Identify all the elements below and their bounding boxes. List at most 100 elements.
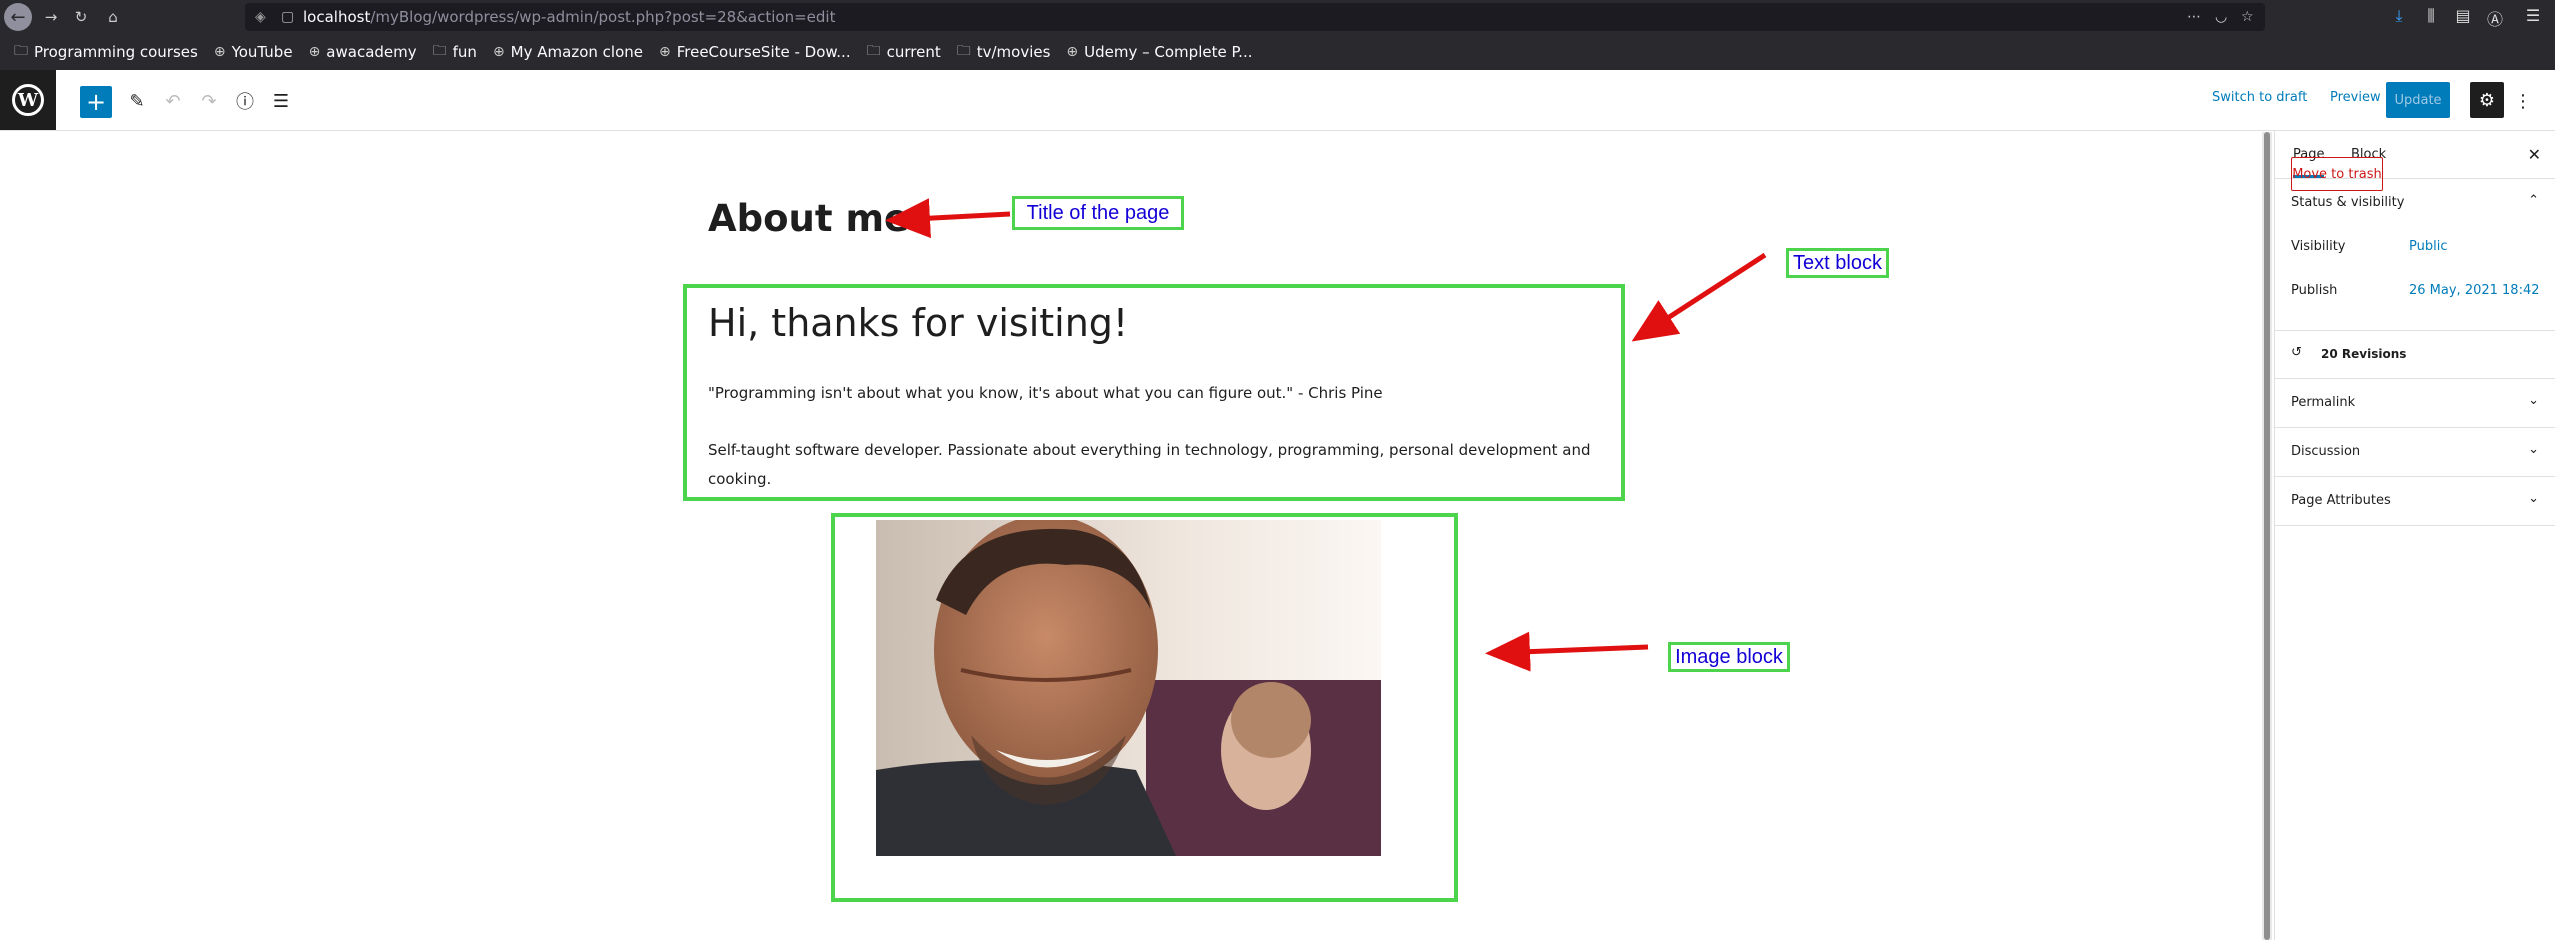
wordpress-icon: W (12, 84, 44, 116)
plus-icon: + (85, 88, 107, 116)
bio-paragraph-line-2[interactable]: cooking. (708, 465, 771, 494)
quote-paragraph[interactable]: "Programming isn't about what you know, … (708, 379, 1383, 408)
publish-label: Publish (2291, 283, 2338, 298)
url-host: localhost (303, 8, 371, 26)
more-options-button[interactable]: ⋮ (2512, 86, 2534, 116)
update-button[interactable]: Update (2386, 82, 2450, 118)
details-button[interactable]: ⓘ (230, 86, 260, 116)
settings-sidebar: Page Block ✕ Status & visibility ⌃ Visib… (2274, 131, 2555, 940)
folder-icon: 🗀 (14, 43, 28, 59)
reload-button[interactable]: ↻ (70, 6, 92, 28)
more-actions-icon[interactable]: ⋯ (2187, 3, 2201, 31)
bookmark-tv-movies[interactable]: 🗀 tv/movies (957, 40, 1051, 64)
globe-icon: ⊕ (658, 44, 671, 60)
address-bar[interactable]: ◈ ▢ localhost/myBlog/wordpress/wp-admin/… (245, 3, 2265, 31)
url-path: /myBlog/wordpress/wp-admin/post.php?post… (370, 8, 836, 26)
menu-icon[interactable]: ☰ (2522, 6, 2544, 25)
library-icon[interactable]: ⫼ (2420, 6, 2442, 26)
chevron-down-icon[interactable]: ⌄ (2528, 393, 2539, 408)
revisions-panel[interactable]: ↺ 20 Revisions (2275, 331, 2555, 379)
folder-icon: 🗀 (432, 43, 447, 59)
info-icon: ⓘ (236, 92, 254, 113)
pocket-icon[interactable]: ◡ (2215, 3, 2227, 31)
bookmark-label: Udemy – Complete P... (1084, 43, 1253, 61)
redo-button[interactable]: ↷ (194, 86, 224, 116)
history-icon: ↺ (2291, 345, 2302, 360)
switch-to-draft-button[interactable]: Switch to draft (2212, 90, 2307, 105)
bookmark-label: My Amazon clone (510, 43, 643, 61)
bookmarks-bar: 🗀 Programming courses ⊕ YouTube ⊕ awacademy… (0, 38, 2555, 66)
status-visibility-panel: Status & visibility ⌃ Visibility Public … (2275, 179, 2555, 331)
list-view-button[interactable]: ☰ (266, 86, 296, 116)
discussion-panel[interactable]: Discussion ⌄ (2275, 428, 2555, 477)
bookmark-my-amazon-clone[interactable]: ⊕ My Amazon clone (493, 43, 643, 61)
profile-photo-image (876, 520, 1381, 856)
back-button[interactable]: ← (4, 3, 32, 31)
editor-scrollbar[interactable] (2262, 132, 2272, 940)
bookmark-freecoursesite[interactable]: ⊕ FreeCourseSite - Dow... (659, 43, 851, 61)
globe-icon: ⊕ (308, 44, 321, 60)
bookmark-awacademy[interactable]: ⊕ awacademy (309, 43, 417, 61)
heading-block[interactable]: Hi, thanks for visiting! (708, 301, 1128, 345)
undo-button[interactable]: ↶ (158, 86, 188, 116)
bookmark-label: FreeCourseSite - Dow... (676, 43, 851, 61)
globe-icon: ⊕ (492, 44, 505, 60)
globe-icon: ⊕ (1066, 44, 1079, 60)
bookmark-label: current (886, 43, 941, 61)
move-to-trash-button[interactable]: Move to trash (2291, 157, 2383, 191)
arrow-right-icon: → (44, 8, 58, 26)
home-button[interactable]: ⌂ (102, 6, 124, 28)
redo-icon: ↷ (201, 90, 217, 112)
sidebar-toggle-icon[interactable]: ▤ (2452, 6, 2474, 25)
url-text: localhost/myBlog/wordpress/wp-admin/post… (303, 3, 835, 31)
account-icon[interactable]: Ⓐ (2484, 6, 2506, 30)
forward-button[interactable]: → (40, 6, 62, 28)
globe-icon: ⊕ (213, 44, 226, 60)
close-icon[interactable]: ✕ (2528, 145, 2541, 164)
scrollbar-thumb[interactable] (2264, 132, 2270, 940)
settings-button[interactable]: ⚙ (2470, 82, 2504, 118)
bookmark-fun[interactable]: 🗀 fun (433, 40, 477, 64)
bookmark-star-icon[interactable]: ☆ (2241, 3, 2254, 31)
arrow-left-icon: ← (10, 6, 26, 28)
bookmark-udemy[interactable]: ⊕ Udemy – Complete P... (1066, 43, 1252, 61)
tools-button[interactable]: ✎ (122, 86, 152, 116)
bookmark-label: tv/movies (976, 43, 1051, 61)
visibility-value[interactable]: Public (2409, 239, 2447, 254)
gear-icon: ⚙ (2478, 89, 2496, 111)
chevron-down-icon[interactable]: ⌄ (2528, 491, 2539, 506)
add-block-button[interactable]: + (80, 86, 112, 118)
page-attributes-panel[interactable]: Page Attributes ⌄ (2275, 477, 2555, 526)
bookmark-current[interactable]: 🗀 current (867, 40, 941, 64)
page-attributes-title[interactable]: Page Attributes (2291, 493, 2391, 508)
bookmark-label: awacademy (326, 43, 417, 61)
annotation-image-label: Image block (1668, 642, 1790, 672)
bio-paragraph-line-1[interactable]: Self-taught software developer. Passiona… (708, 436, 1591, 465)
bookmark-label: YouTube (231, 43, 293, 61)
discussion-title[interactable]: Discussion (2291, 444, 2360, 459)
chevron-down-icon[interactable]: ⌄ (2528, 442, 2539, 457)
image-block-arrow (1485, 631, 1649, 672)
bookmark-label: Programming courses (34, 43, 198, 61)
downloads-icon[interactable]: ⤓ (2388, 6, 2410, 26)
visibility-label: Visibility (2291, 239, 2346, 254)
annotation-title-label: Title of the page (1012, 196, 1184, 230)
bookmark-programming-courses[interactable]: 🗀 Programming courses (14, 40, 198, 64)
permalink-title[interactable]: Permalink (2291, 395, 2355, 410)
folder-icon: 🗀 (866, 43, 881, 59)
revisions-link[interactable]: 20 Revisions (2321, 347, 2406, 361)
page-title[interactable]: About me (708, 197, 909, 240)
permalink-panel[interactable]: Permalink ⌄ (2275, 379, 2555, 428)
chevron-up-icon[interactable]: ⌃ (2528, 193, 2539, 208)
text-block-arrow (1631, 252, 1767, 342)
preview-button[interactable]: Preview (2330, 90, 2381, 105)
folder-icon: 🗀 (956, 43, 971, 59)
browser-chrome: ← → ↻ ⌂ ◈ ▢ localhost/myBlog/wordpress/w… (0, 0, 2555, 70)
status-visibility-title[interactable]: Status & visibility (2291, 195, 2404, 210)
bookmark-youtube[interactable]: ⊕ YouTube (214, 43, 293, 61)
publish-date[interactable]: 26 May, 2021 18:42 (2409, 283, 2540, 298)
more-vertical-icon: ⋮ (2514, 90, 2532, 112)
wordpress-logo[interactable]: W (0, 70, 56, 130)
home-icon: ⌂ (108, 8, 118, 26)
profile-photo[interactable] (876, 520, 1381, 856)
